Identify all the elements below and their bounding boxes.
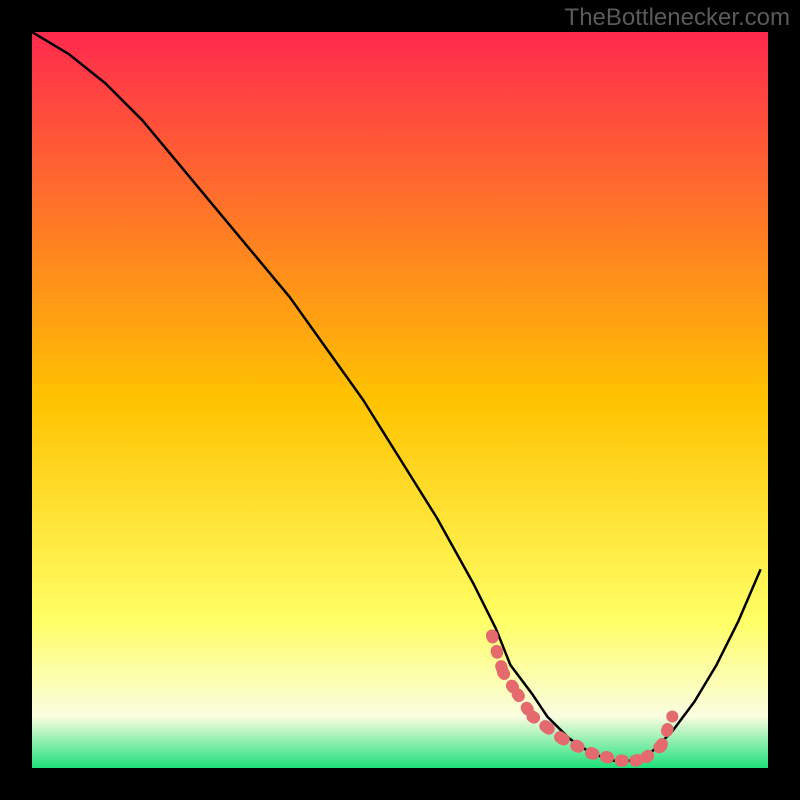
watermark-text: TheBottlenecker.com — [565, 4, 790, 32]
chart-plot-area — [32, 32, 768, 768]
chart-background — [32, 32, 768, 768]
chart-svg — [32, 32, 768, 768]
